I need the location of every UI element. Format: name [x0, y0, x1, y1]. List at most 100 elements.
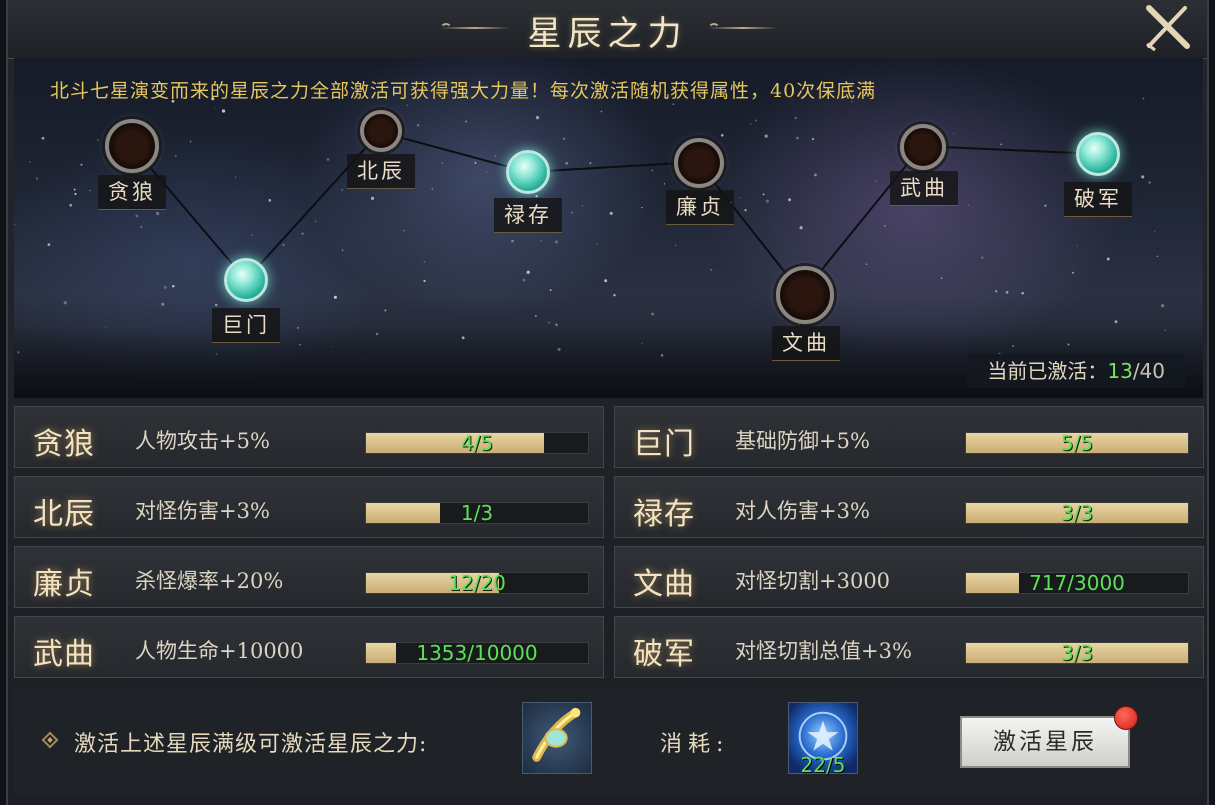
- row-attribute: 对怪切割总值+3%: [735, 639, 912, 663]
- progress-bar: 12/20: [365, 571, 589, 595]
- background-star: [549, 289, 552, 292]
- progress-bar: 1353/10000: [365, 641, 589, 665]
- activate-star-button[interactable]: 激活星辰: [960, 706, 1138, 768]
- background-star: [811, 137, 815, 141]
- background-star: [14, 223, 16, 226]
- background-star: [710, 268, 713, 271]
- star-lianzhen[interactable]: [674, 138, 724, 188]
- background-star: [431, 188, 433, 190]
- star-label-wenqu: 文曲: [772, 326, 840, 361]
- cost-item-count: 22/5: [800, 753, 846, 777]
- star-jumen[interactable]: [224, 258, 268, 302]
- cost-item-slot[interactable]: 22/5: [788, 702, 858, 777]
- progress-text: 5/5: [1060, 431, 1094, 455]
- background-star: [663, 183, 666, 185]
- background-star: [600, 110, 603, 113]
- background-star: [403, 230, 405, 232]
- close-button[interactable]: [1141, 2, 1193, 54]
- background-star: [155, 211, 160, 216]
- row-star-name: 北辰: [33, 497, 95, 532]
- progress-text: 3/3: [1060, 501, 1094, 525]
- background-star: [565, 161, 569, 165]
- background-star: [235, 176, 237, 178]
- title-ornament-right: [708, 23, 778, 29]
- title-bar: 星辰之力: [8, 0, 1207, 59]
- background-star: [526, 270, 530, 274]
- background-star: [423, 279, 426, 283]
- progress-text: 1/3: [460, 501, 494, 525]
- background-star: [63, 301, 67, 305]
- row-star-name: 文曲: [633, 567, 695, 602]
- background-star: [486, 171, 488, 173]
- background-star: [1141, 175, 1145, 179]
- background-star: [47, 243, 51, 246]
- background-star: [370, 196, 375, 200]
- background-star: [1072, 271, 1074, 274]
- progress-text: 1353/10000: [416, 641, 538, 665]
- close-icon: [1146, 5, 1190, 52]
- star-pojun[interactable]: [1076, 132, 1120, 176]
- background-star: [1005, 290, 1009, 294]
- background-star: [609, 211, 613, 215]
- background-star: [41, 136, 45, 140]
- background-star: [554, 240, 559, 244]
- background-star: [214, 107, 216, 109]
- progress-bar: 4/5: [365, 431, 589, 455]
- background-star: [754, 119, 757, 122]
- background-star: [282, 243, 285, 247]
- background-star: [441, 162, 444, 164]
- attribute-row: 文曲 对怪切割+3000 717/3000: [614, 546, 1204, 608]
- background-star: [651, 312, 655, 316]
- attribute-row: 禄存 对人伤害+3% 3/3: [614, 476, 1204, 538]
- star-wenqu[interactable]: [776, 266, 834, 324]
- background-star: [301, 232, 304, 235]
- background-star: [314, 220, 317, 222]
- row-attribute: 杀怪爆率+20%: [135, 569, 284, 593]
- background-star: [555, 323, 558, 326]
- background-star: [799, 226, 803, 230]
- activation-label: 当前已激活：: [987, 359, 1108, 383]
- attribute-row: 破军 对怪切割总值+3% 3/3: [614, 616, 1204, 678]
- progress-bar: 1/3: [365, 501, 589, 525]
- star-label-jumen: 巨门: [212, 308, 280, 343]
- star-label-tanlang: 贪狼: [98, 175, 166, 210]
- progress-bar: 5/5: [965, 431, 1189, 455]
- background-star: [535, 194, 538, 198]
- background-star: [981, 256, 984, 259]
- star-wuqu[interactable]: [900, 124, 946, 170]
- progress-text: 3/3: [1060, 641, 1094, 665]
- background-star: [720, 133, 724, 137]
- progress-bar: 717/3000: [965, 571, 1189, 595]
- row-star-name: 廉贞: [33, 567, 95, 602]
- star-label-beichen: 北辰: [347, 154, 415, 189]
- star-lucun[interactable]: [506, 150, 550, 194]
- background-star: [764, 134, 768, 138]
- reward-item-slot[interactable]: [522, 702, 592, 774]
- star-beichen[interactable]: [360, 110, 402, 152]
- background-star: [762, 193, 765, 196]
- background-star: [341, 188, 344, 191]
- background-star: [140, 226, 143, 229]
- background-star: [333, 295, 337, 299]
- background-star: [522, 278, 526, 282]
- background-star: [641, 206, 643, 209]
- background-star: [540, 240, 542, 242]
- progress-text: 4/5: [460, 431, 494, 455]
- background-star: [744, 209, 747, 212]
- background-star: [589, 162, 592, 165]
- background-star: [534, 314, 537, 318]
- activate-star-label: 激活星辰: [993, 729, 1097, 755]
- background-star: [1156, 255, 1159, 258]
- row-attribute: 对怪切割+3000: [735, 569, 891, 593]
- footer-panel: 激活上述星辰满级可激活星辰之力: 消耗: 22/5 激活星辰: [14, 688, 1203, 794]
- background-star: [865, 263, 868, 266]
- star-tanlang[interactable]: [105, 119, 159, 173]
- background-star: [35, 177, 39, 180]
- background-star: [674, 244, 677, 247]
- background-star: [570, 211, 573, 214]
- background-star: [1160, 304, 1165, 308]
- background-star: [251, 234, 253, 237]
- background-star: [750, 123, 752, 125]
- background-star: [765, 199, 769, 203]
- background-star: [1000, 143, 1003, 146]
